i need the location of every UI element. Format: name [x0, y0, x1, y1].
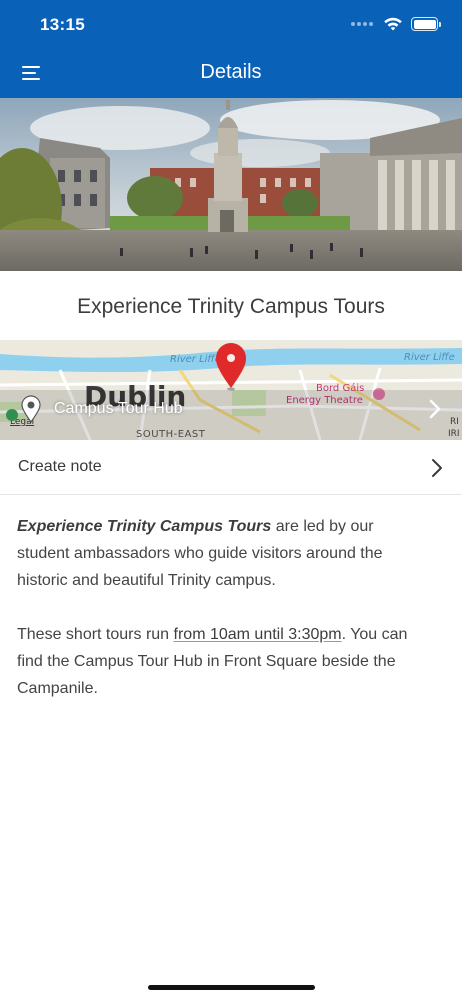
wifi-icon — [384, 17, 402, 31]
battery-icon — [411, 17, 441, 31]
p2-prefix: These short tours run — [17, 626, 174, 643]
create-note-label: Create note — [18, 458, 102, 475]
tour-hours-link[interactable]: from 10am until 3:30pm — [174, 626, 342, 643]
cellular-signal-icon — [351, 22, 373, 26]
hero-image — [0, 98, 462, 271]
p2-line1-rest: . You can — [341, 626, 408, 643]
chevron-right-icon — [432, 459, 442, 477]
description-paragraph-1: Experience Trinity Campus Tours are led … — [17, 513, 447, 594]
tour-name-emphasis: Experience Trinity Campus Tours — [17, 518, 272, 535]
status-time: 13:15 — [40, 15, 85, 34]
description-paragraph-2: These short tours run from 10am until 3:… — [17, 621, 447, 702]
nav-title: Details — [200, 61, 262, 83]
chevron-right-icon — [429, 399, 441, 419]
p1-line3: historic and beautiful Trinity campus. — [17, 572, 276, 589]
page-title: Experience Trinity Campus Tours — [77, 295, 385, 318]
location-marker-icon — [21, 395, 41, 423]
home-indicator[interactable] — [148, 985, 315, 990]
app-header: 13:15 Details — [0, 0, 462, 98]
map-location-label: Campus Tour Hub — [54, 400, 183, 417]
create-note-row[interactable]: Create note — [0, 440, 462, 495]
p2-line3: Campanile. — [17, 680, 98, 697]
status-icons — [351, 16, 441, 32]
map-preview[interactable]: River Liffey River Liffe Dublin SOUTH-EA… — [0, 340, 462, 440]
map-river-label-right: River Liffe — [404, 352, 455, 363]
p2-line2: find the Campus Tour Hub in Front Square… — [17, 653, 396, 670]
description: Experience Trinity Campus Tours are led … — [17, 513, 447, 729]
p1-line2: student ambassadors who guide visitors a… — [17, 545, 383, 562]
p1-line1-rest: are led by our — [271, 518, 374, 535]
